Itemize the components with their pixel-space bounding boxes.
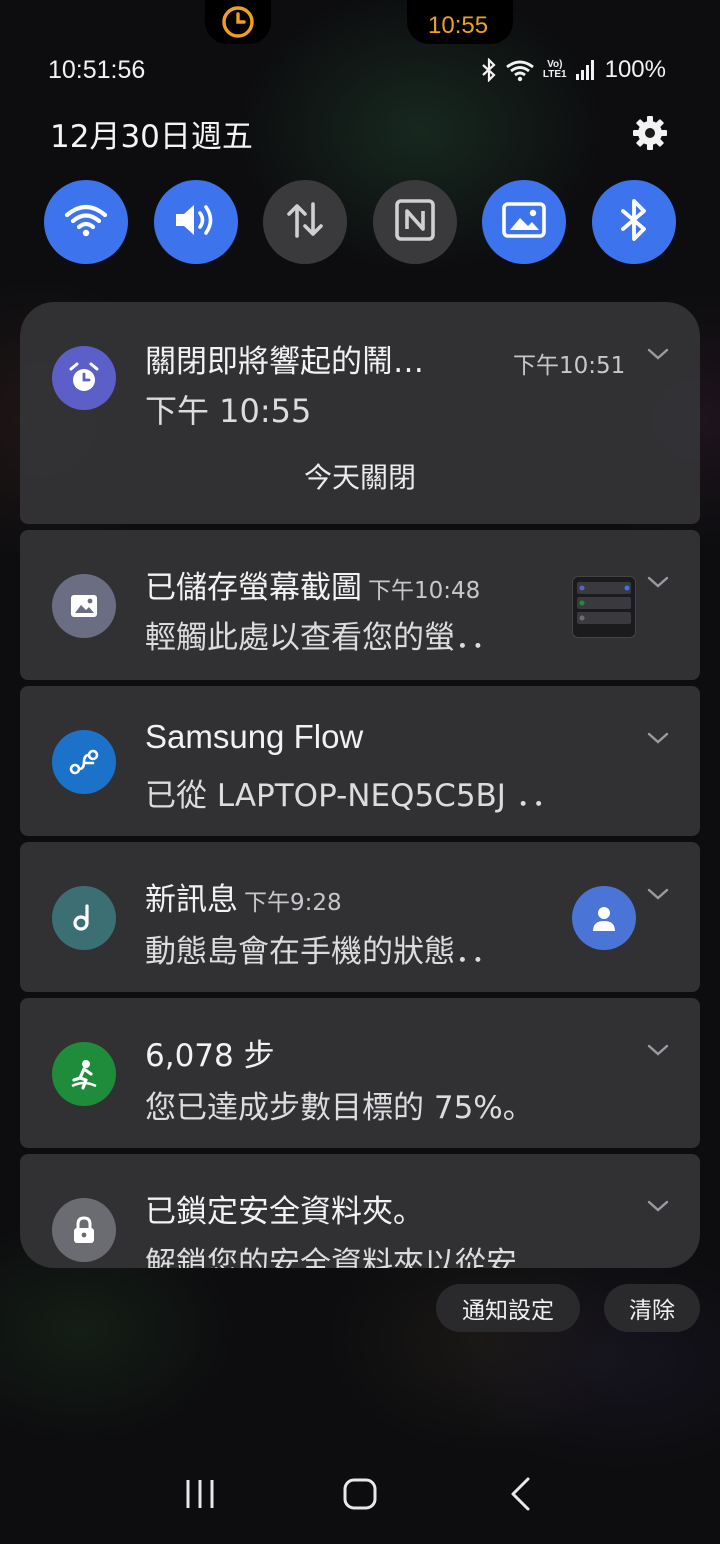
flow-icon bbox=[52, 730, 116, 794]
recent-apps-icon[interactable] bbox=[170, 1464, 230, 1524]
screenshot-thumbnail[interactable] bbox=[572, 576, 636, 638]
notification-title-text: 新訊息 bbox=[145, 882, 238, 918]
bluetooth-icon bbox=[619, 198, 649, 246]
notification-screenshot[interactable]: 已儲存螢幕截圖 下午10:48 輕觸此處以查看您的螢．． bbox=[20, 530, 700, 680]
date-label: 12月30日週五 bbox=[50, 118, 253, 155]
notification-body: 已從 LAPTOP-NEQ5C5BJ ．． bbox=[145, 778, 563, 814]
chevron-down-icon[interactable] bbox=[646, 1042, 670, 1058]
battery-percent: 100% bbox=[604, 56, 666, 83]
music-note-icon bbox=[52, 886, 116, 950]
notification-panel: 關閉即將響起的鬧… 下午10:51 下午 10:55 今天關閉 已儲存螢幕截圖下… bbox=[20, 302, 700, 1268]
notification-body: 動態島會在手機的狀態．． bbox=[145, 934, 502, 970]
volume-icon bbox=[172, 200, 220, 244]
notification-time: 下午9:28 bbox=[244, 890, 342, 916]
top-notch: 10:55 bbox=[205, 0, 513, 44]
notification-title: 已鎖定安全資料夾。 bbox=[145, 1194, 424, 1230]
chevron-down-icon[interactable] bbox=[646, 730, 670, 746]
image-icon bbox=[52, 574, 116, 638]
date-row: 12月30日週五 bbox=[50, 110, 670, 156]
nfc-icon bbox=[394, 199, 435, 245]
status-bar: 10:51:56 Vo) LTE1 100% bbox=[48, 52, 666, 88]
notification-body: 下午 10:55 bbox=[145, 392, 312, 430]
signal-icon bbox=[575, 59, 597, 81]
image-icon bbox=[502, 202, 547, 242]
notification-body: 輕觸此處以查看您的螢．． bbox=[145, 620, 502, 656]
notification-title: 新訊息 下午9:28 bbox=[145, 874, 342, 919]
notification-samsung-flow[interactable]: Samsung Flow 已從 LAPTOP-NEQ5C5BJ ．． bbox=[20, 686, 700, 836]
qs-mobile-data-button[interactable] bbox=[263, 180, 348, 264]
alarm-clock-icon bbox=[205, 0, 271, 44]
qs-nfc-button[interactable] bbox=[372, 180, 457, 264]
contact-avatar-icon[interactable] bbox=[572, 886, 636, 950]
status-icons: Vo) LTE1 100% bbox=[481, 56, 666, 84]
notification-title: 已儲存螢幕截圖 下午10:48 bbox=[145, 562, 480, 607]
notification-title: Samsung Flow bbox=[145, 718, 364, 755]
status-clock: 10:51:56 bbox=[48, 55, 146, 84]
notification-steps[interactable]: 6,078 步 您已達成步數目標的 75%。 bbox=[20, 998, 700, 1148]
notification-alarm[interactable]: 關閉即將響起的鬧… 下午10:51 下午 10:55 今天關閉 bbox=[20, 302, 700, 524]
notification-body: 解鎖您的安全資料夾以從安．． bbox=[145, 1246, 564, 1268]
chevron-down-icon[interactable] bbox=[646, 1198, 670, 1214]
notification-time: 下午10:51 bbox=[513, 353, 626, 379]
alarm-icon bbox=[52, 346, 116, 410]
wifi-icon bbox=[505, 58, 535, 82]
walking-icon bbox=[52, 1042, 116, 1106]
back-icon[interactable] bbox=[490, 1464, 550, 1524]
chevron-down-icon[interactable] bbox=[646, 574, 670, 590]
volte-icon: Vo) LTE1 bbox=[542, 59, 567, 80]
clear-all-button[interactable]: 清除 bbox=[604, 1284, 700, 1332]
bluetooth-icon bbox=[481, 58, 497, 82]
notification-new-message[interactable]: 新訊息 下午9:28 動態島會在手機的狀態．． bbox=[20, 842, 700, 992]
chevron-down-icon[interactable] bbox=[646, 886, 670, 902]
alarm-time: 10:55 bbox=[428, 12, 489, 39]
notification-time: 下午10:48 bbox=[368, 578, 481, 604]
wifi-icon bbox=[64, 202, 108, 242]
notification-title: 關閉即將響起的鬧… bbox=[145, 344, 424, 380]
dismiss-today-button[interactable]: 今天關閉 bbox=[20, 456, 700, 496]
qs-image-button[interactable] bbox=[482, 180, 567, 264]
qs-wifi-button[interactable] bbox=[44, 180, 128, 264]
notification-settings-button[interactable]: 通知設定 bbox=[436, 1284, 580, 1332]
chevron-down-icon[interactable] bbox=[646, 346, 670, 362]
notification-body: 您已達成步數目標的 75%。 bbox=[145, 1090, 534, 1126]
home-icon[interactable] bbox=[330, 1464, 390, 1524]
qs-sound-button[interactable] bbox=[153, 180, 238, 264]
data-arrows-icon bbox=[283, 200, 327, 244]
navigation-bar bbox=[0, 1444, 720, 1544]
quick-settings bbox=[44, 180, 676, 264]
gear-icon[interactable] bbox=[630, 113, 670, 153]
lock-icon bbox=[52, 1198, 116, 1262]
qs-bluetooth-button[interactable] bbox=[591, 180, 676, 264]
notification-title: 6,078 步 bbox=[145, 1038, 275, 1074]
notification-title-text: 已儲存螢幕截圖 bbox=[145, 570, 362, 606]
notification-secure-folder[interactable]: 已鎖定安全資料夾。 解鎖您的安全資料夾以從安．． bbox=[20, 1154, 700, 1268]
